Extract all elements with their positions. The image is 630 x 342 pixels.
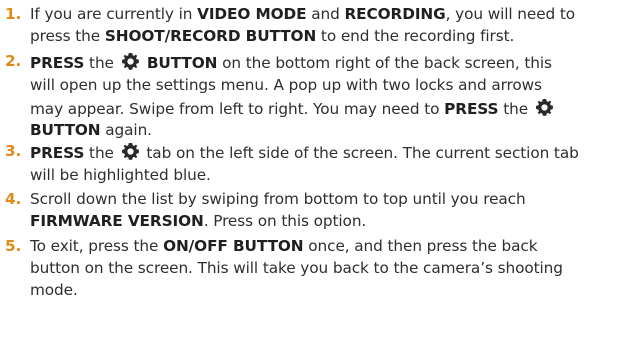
text-segment: will open up the settings menu. A pop up…: [30, 75, 542, 94]
step-line: press the SHOOT/RECORD BUTTON to end the…: [30, 26, 625, 48]
text-segment: the: [84, 144, 119, 162]
step-number: 4.: [5, 190, 22, 208]
text-segment: will be highlighted blue.: [30, 165, 211, 184]
text-segment: press the: [30, 26, 105, 45]
step-line: button on the screen. This will take you…: [30, 258, 625, 280]
text-segment: button on the screen. This will take you…: [30, 258, 563, 277]
step-line: PRESS the BUTTON on the bottom right of …: [30, 51, 625, 75]
bold-term: PRESS: [30, 54, 85, 72]
bold-term: RECORDING: [344, 5, 446, 23]
gear-icon: [120, 51, 141, 72]
gear-icon: [120, 141, 141, 162]
step-line: PRESS the tab on the left side of the sc…: [30, 141, 625, 165]
step-4: 4. Scroll down the list by swiping from b…: [0, 189, 625, 233]
step-line: will open up the settings menu. A pop up…: [30, 75, 625, 97]
step-1: 1. If you are currently in VIDEO MODE and…: [0, 4, 625, 48]
step-text: To exit, press the ON/OFF BUTTON once, a…: [30, 236, 625, 301]
step-number: 2.: [5, 52, 22, 70]
step-line: FIRMWARE VERSION. Press on this option.: [30, 211, 625, 233]
text-segment: To exit, press the: [30, 237, 164, 255]
bold-term: BUTTON: [30, 121, 101, 140]
bold-term: PRESS: [444, 99, 499, 118]
instruction-list: 1. If you are currently in VIDEO MODE and…: [0, 0, 630, 342]
step-line: will be highlighted blue.: [30, 165, 625, 187]
text-segment: . Press on this option.: [203, 211, 367, 230]
text-segment: may appear. Swipe from left to right. Yo…: [30, 99, 445, 118]
gear-icon: [534, 97, 555, 118]
text-segment: tab on the left side of the screen. The …: [141, 144, 579, 162]
bold-term: FIRMWARE VERSION: [30, 211, 204, 230]
text-segment: again.: [100, 121, 152, 140]
step-line: If you are currently in VIDEO MODE and R…: [30, 4, 625, 26]
bold-term: PRESS: [30, 144, 85, 162]
step-number: 3.: [5, 142, 22, 160]
text-segment: the: [84, 54, 119, 72]
step-5: 5. To exit, press the ON/OFF BUTTON once,…: [0, 236, 625, 301]
text-segment: Scroll down the list by swiping from bot…: [30, 190, 526, 208]
bold-term: BUTTON: [141, 54, 218, 72]
text-segment: to end the recording first.: [316, 26, 515, 45]
bold-term: SHOOT/RECORD BUTTON: [104, 26, 317, 45]
step-line: To exit, press the ON/OFF BUTTON once, a…: [30, 236, 625, 258]
bold-term: VIDEO MODE: [197, 5, 307, 23]
text-segment: , you will need to: [445, 5, 576, 23]
bold-term: ON/OFF BUTTON: [163, 237, 304, 255]
step-line: BUTTON again.: [30, 120, 625, 142]
text-segment: and: [306, 5, 345, 23]
step-number: 5.: [5, 237, 22, 255]
text-segment: on the bottom right of the back screen, …: [217, 54, 552, 72]
step-text: Scroll down the list by swiping from bot…: [30, 189, 625, 233]
step-number: 1.: [5, 5, 22, 23]
text-segment: If you are currently in: [30, 5, 198, 23]
text-segment: mode.: [30, 280, 78, 299]
step-line: Scroll down the list by swiping from bot…: [30, 189, 625, 211]
step-line: mode.: [30, 280, 625, 302]
step-text: PRESS the BUTTON on the bottom right of …: [30, 51, 625, 142]
step-text: PRESS the tab on the left side of the sc…: [30, 141, 625, 187]
text-segment: the: [498, 99, 533, 118]
step-3: 3. PRESS the tab on the left side of the …: [0, 141, 625, 187]
step-line: may appear. Swipe from left to right. Yo…: [30, 97, 625, 121]
step-text: If you are currently in VIDEO MODE and R…: [30, 4, 625, 48]
step-2: 2. PRESS the BUTTON on the bottom right o…: [0, 51, 625, 142]
text-segment: once, and then press the back: [303, 237, 538, 255]
